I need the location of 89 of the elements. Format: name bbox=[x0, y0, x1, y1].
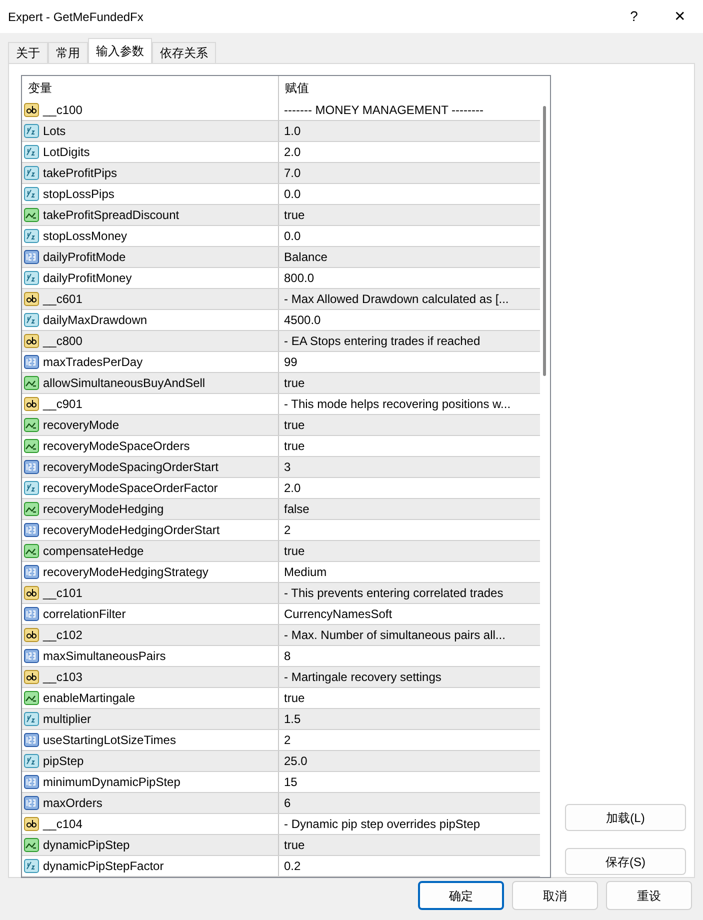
parameter-name: __c901 bbox=[43, 396, 82, 413]
parameter-value[interactable]: 4500.0 bbox=[284, 311, 321, 329]
scrollbar-thumb[interactable] bbox=[543, 106, 546, 376]
parameter-value[interactable]: 6 bbox=[284, 794, 291, 812]
parameter-name: stopLossPips bbox=[43, 186, 114, 203]
parameter-name: maxSimultaneousPairs bbox=[43, 648, 166, 665]
parameter-name: allowSimultaneousBuyAndSell bbox=[43, 375, 206, 392]
parameter-name: dailyMaxDrawdown bbox=[43, 312, 148, 329]
parameter-value[interactable]: 800.0 bbox=[284, 269, 314, 287]
parameter-value[interactable]: CurrencyNamesSoft bbox=[284, 605, 392, 623]
parameter-value[interactable]: 15 bbox=[284, 773, 298, 791]
parameter-name: __c104 bbox=[43, 816, 82, 833]
action-button[interactable]: 加载(L) bbox=[565, 804, 686, 831]
parameter-value[interactable]: - Max Allowed Drawdown calculated as [... bbox=[284, 290, 509, 308]
parameter-name: __c100 bbox=[43, 102, 82, 119]
parameter-name: recoveryMode bbox=[43, 417, 120, 434]
tab[interactable]: 关于 bbox=[8, 42, 48, 63]
tab[interactable]: 依存关系 bbox=[152, 42, 216, 63]
parameter-value[interactable]: ------- MONEY MANAGEMENT -------- bbox=[284, 101, 484, 119]
parameter-value[interactable]: true bbox=[284, 206, 305, 224]
column-header[interactable]: 赋值 bbox=[285, 81, 309, 95]
parameter-value[interactable]: - Dynamic pip step overrides pipStep bbox=[284, 815, 480, 833]
parameter-name: recoveryModeHedgingOrderStart bbox=[43, 522, 220, 539]
dialog-button[interactable]: 确定 bbox=[418, 881, 504, 910]
parameter-value[interactable]: 0.0 bbox=[284, 185, 301, 203]
dialog-button[interactable]: 重设 bbox=[606, 881, 692, 910]
parameter-name: takeProfitPips bbox=[43, 165, 118, 182]
parameter-name: maxTradesPerDay bbox=[43, 354, 143, 371]
parameter-value[interactable]: 3 bbox=[284, 458, 291, 476]
parameter-value[interactable]: Medium bbox=[284, 563, 327, 581]
parameter-value[interactable]: 99 bbox=[284, 353, 298, 371]
parameter-value[interactable]: 1.5 bbox=[284, 710, 301, 728]
parameter-name: Lots bbox=[43, 123, 66, 140]
parameter-name: __c601 bbox=[43, 291, 82, 308]
tab[interactable]: 输入参数 bbox=[88, 38, 152, 63]
parameter-value[interactable]: 8 bbox=[284, 647, 291, 665]
parameter-name: dynamicPipStepFactor bbox=[43, 858, 164, 875]
parameter-name: dynamicPipStep bbox=[43, 837, 130, 854]
parameter-name: compensateHedge bbox=[43, 543, 144, 560]
parameter-name: dailyProfitMode bbox=[43, 249, 126, 266]
parameter-name: dailyProfitMoney bbox=[43, 270, 132, 287]
parameter-name: multiplier bbox=[43, 711, 92, 728]
parameter-value[interactable]: 1.0 bbox=[284, 122, 301, 140]
action-button[interactable]: 保存(S) bbox=[565, 848, 686, 875]
parameter-name: __c101 bbox=[43, 585, 82, 602]
window-title: Expert - GetMeFundedFx bbox=[8, 8, 144, 26]
parameter-value[interactable]: 2 bbox=[284, 521, 291, 539]
parameter-value[interactable]: 7.0 bbox=[284, 164, 301, 182]
parameter-value[interactable]: true bbox=[284, 542, 305, 560]
parameter-value[interactable]: Balance bbox=[284, 248, 328, 266]
parameter-value[interactable]: - This prevents entering correlated trades bbox=[284, 584, 504, 602]
parameter-name: useStartingLotSizeTimes bbox=[43, 732, 176, 749]
parameter-name: recoveryModeSpaceOrders bbox=[43, 438, 190, 455]
parameter-value[interactable]: true bbox=[284, 437, 305, 455]
parameter-value[interactable]: false bbox=[284, 500, 310, 518]
parameter-name: pipStep bbox=[43, 753, 84, 770]
parameter-name: enableMartingale bbox=[43, 690, 136, 707]
parameter-value[interactable]: - EA Stops entering trades if reached bbox=[284, 332, 480, 350]
parameter-value[interactable]: 2 bbox=[284, 731, 291, 749]
parameter-name: LotDigits bbox=[43, 144, 90, 161]
parameter-value[interactable]: - Martingale recovery settings bbox=[284, 668, 442, 686]
parameter-name: maxOrders bbox=[43, 795, 102, 812]
parameter-value[interactable]: 0.0 bbox=[284, 227, 301, 245]
parameter-value[interactable]: true bbox=[284, 374, 305, 392]
parameter-value[interactable]: 2.0 bbox=[284, 479, 301, 497]
parameter-value[interactable]: 25.0 bbox=[284, 752, 308, 770]
parameter-name: recoveryModeSpacingOrderStart bbox=[43, 459, 218, 476]
parameter-value[interactable]: - This mode helps recovering positions w... bbox=[284, 395, 511, 413]
parameter-value[interactable]: true bbox=[284, 836, 305, 854]
parameter-name: minimumDynamicPipStep bbox=[43, 774, 180, 791]
parameter-value[interactable]: true bbox=[284, 416, 305, 434]
parameter-name: recoveryModeHedging bbox=[43, 501, 164, 518]
dialog-button[interactable]: 取消 bbox=[512, 881, 598, 910]
tab[interactable]: 常用 bbox=[48, 42, 88, 63]
help-button[interactable]: ? bbox=[611, 0, 657, 33]
parameter-name: __c103 bbox=[43, 669, 82, 686]
parameter-value[interactable]: - Max. Number of simultaneous pairs all... bbox=[284, 626, 506, 644]
parameter-name: __c102 bbox=[43, 627, 82, 644]
column-header[interactable]: 变量 bbox=[28, 81, 52, 95]
parameter-name: recoveryModeSpaceOrderFactor bbox=[43, 480, 218, 497]
parameter-name: stopLossMoney bbox=[43, 228, 128, 245]
parameter-value[interactable]: true bbox=[284, 689, 305, 707]
close-button[interactable]: ✕ bbox=[657, 0, 703, 33]
parameter-name: takeProfitSpreadDiscount bbox=[43, 207, 180, 224]
parameter-name: __c800 bbox=[43, 333, 82, 350]
parameter-name: recoveryModeHedgingStrategy bbox=[43, 564, 208, 581]
parameter-name: correlationFilter bbox=[43, 606, 126, 623]
parameter-value[interactable]: 2.0 bbox=[284, 143, 301, 161]
parameter-value[interactable]: 0.2 bbox=[284, 857, 301, 875]
